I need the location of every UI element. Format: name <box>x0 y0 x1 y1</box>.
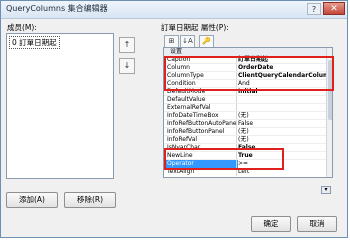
properties-label: 訂單日期起 屬性(P): <box>161 23 229 32</box>
property-row-columntype[interactable]: ColumnType ClientQueryCalendarColumn <box>164 72 332 80</box>
move-up-icon[interactable]: ↑ <box>119 37 135 53</box>
column-divider <box>236 168 237 176</box>
add-button[interactable]: 添加(A) <box>6 192 58 208</box>
property-row-inforefbuttonpanel[interactable]: InfoRefButtonPanel (无) <box>164 128 326 136</box>
property-row-operator[interactable]: Operator >= <box>164 160 326 168</box>
property-row-inforefbuttonautopane[interactable]: InfoRefButtonAutoPane False <box>164 120 326 128</box>
property-row-column[interactable]: Column OrderDate <box>164 64 326 72</box>
property-grid[interactable]: 设置 Caption 訂單日期起 Column OrderDate ColumnTy… <box>163 47 333 178</box>
property-row-defaultvalue[interactable]: DefaultValue <box>164 96 326 104</box>
property-name: TextAlign <box>167 168 195 175</box>
move-down-icon[interactable]: ↓ <box>119 58 135 74</box>
members-label: 成员(M): <box>7 23 37 32</box>
property-row-inforefval[interactable]: InfoRefVal (无) <box>164 136 326 144</box>
help-icon[interactable]: ? <box>307 3 321 15</box>
window-title: QueryColumns 集合编辑器 <box>6 4 108 13</box>
category-row[interactable]: 设置 <box>164 48 326 56</box>
property-value[interactable]: Left <box>238 168 249 176</box>
title-bar: QueryColumns 集合编辑器 ? ✕ <box>1 1 347 19</box>
grid-scrollbar[interactable] <box>326 48 332 177</box>
column-divider <box>236 160 237 168</box>
property-row-defaultmode[interactable]: DefaultMode Initial <box>164 88 326 96</box>
property-row-isnvarchar[interactable]: IsNvarChar False <box>164 144 326 152</box>
property-row-newline[interactable]: NewLine True <box>164 152 326 160</box>
property-row-caption[interactable]: Caption 訂單日期起 <box>164 56 326 64</box>
property-row-externalrefval[interactable]: ExternalRefVal <box>164 104 326 112</box>
members-list[interactable]: 0 訂單日期起 <box>6 33 114 179</box>
operator-dropdown-icon[interactable]: ▾ <box>321 186 331 194</box>
property-name: Operator <box>167 160 194 167</box>
property-row-infodatetimebox[interactable]: InfoDateTimeBox (无) <box>164 112 326 120</box>
property-value[interactable]: >= <box>238 160 326 168</box>
scrollbar-thumb[interactable] <box>328 60 332 120</box>
remove-button[interactable]: 移除(R) <box>64 192 116 208</box>
close-icon[interactable]: ✕ <box>323 2 345 15</box>
collection-editor-dialog: QueryColumns 集合编辑器 ? ✕ 成员(M): 0 訂單日期起 ↑ … <box>0 0 348 238</box>
ok-button[interactable]: 确定 <box>251 216 291 232</box>
property-row-condition[interactable]: Condition And <box>164 80 326 88</box>
category-label: 设置 <box>170 48 183 55</box>
cancel-button[interactable]: 取消 <box>297 216 337 232</box>
property-row-textalign[interactable]: TextAlign Left <box>164 168 326 176</box>
list-item[interactable]: 0 訂單日期起 <box>9 36 60 49</box>
